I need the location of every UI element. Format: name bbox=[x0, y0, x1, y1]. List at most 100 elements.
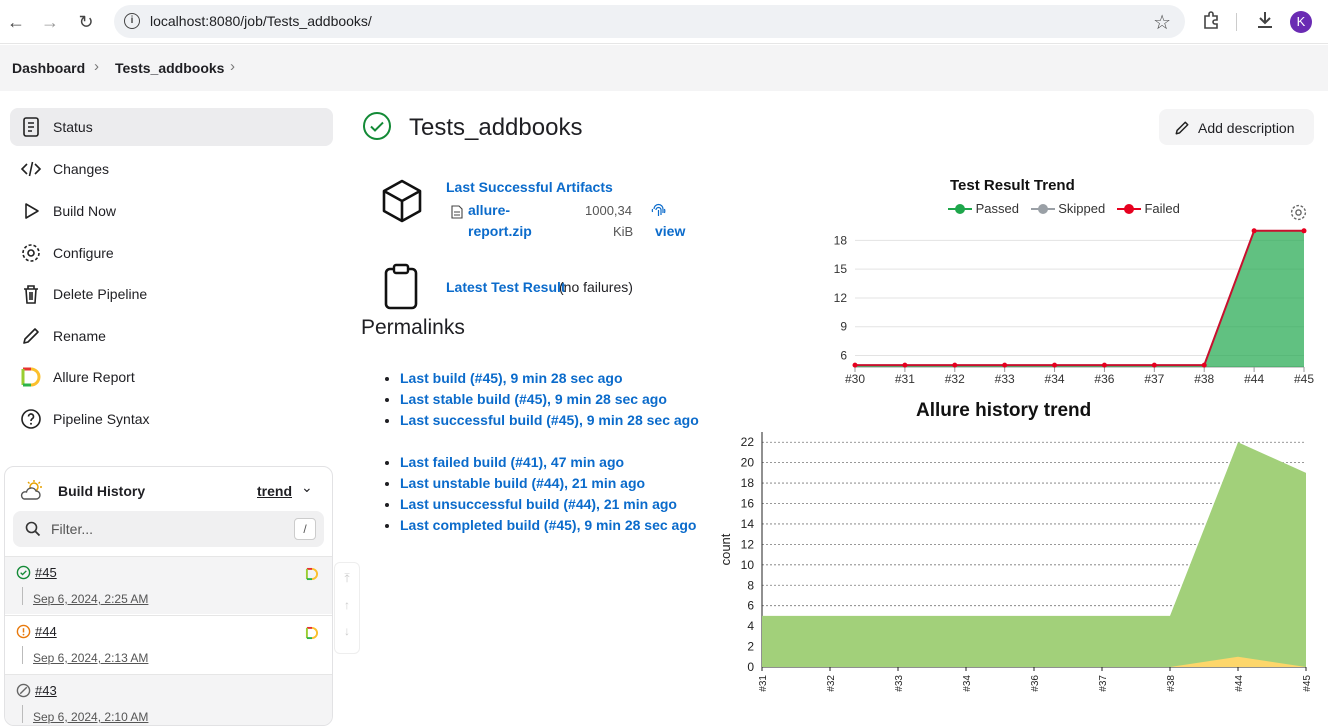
x-tick-label: #30 bbox=[845, 372, 865, 386]
sidebar-item-allure-report[interactable]: Allure Report bbox=[10, 358, 333, 396]
list-item: Last build (#45), 9 min 28 sec ago bbox=[400, 370, 699, 391]
y-tick-label: 6 bbox=[840, 348, 847, 362]
y-tick-label: 10 bbox=[741, 558, 755, 572]
x-tick-label: #36 bbox=[1030, 675, 1041, 692]
chevron-down-icon[interactable]: ⌄ bbox=[301, 479, 313, 496]
y-tick-label: 4 bbox=[747, 619, 754, 633]
sidebar-item-delete-pipeline[interactable]: Delete Pipeline bbox=[10, 275, 333, 313]
status-icon bbox=[23, 117, 39, 137]
build-date[interactable]: Sep 6, 2024, 2:25 AM bbox=[33, 592, 148, 606]
sidebar-item-status[interactable]: Status bbox=[10, 108, 333, 146]
gear-icon bbox=[22, 244, 40, 262]
sidebar-item-configure[interactable]: Configure bbox=[10, 234, 333, 272]
y-tick-label: 15 bbox=[834, 262, 848, 276]
extensions-icon[interactable] bbox=[1202, 10, 1222, 35]
sidebar-item-pipeline-syntax[interactable]: Pipeline Syntax bbox=[10, 400, 333, 438]
scroll-down-icon[interactable]: ↓ bbox=[335, 624, 359, 638]
bookmark-star-icon[interactable]: ☆ bbox=[1153, 10, 1171, 35]
forward-icon[interactable]: → bbox=[38, 10, 62, 34]
add-description-label: Add description bbox=[1198, 120, 1295, 136]
artifact-file-link[interactable]: allure- bbox=[468, 202, 510, 218]
downloads-icon[interactable] bbox=[1256, 10, 1274, 35]
data-point bbox=[1251, 228, 1257, 234]
legend-skipped[interactable]: Skipped bbox=[1030, 201, 1105, 216]
permalink-last-build[interactable]: Last build (#45), 9 min 28 sec ago bbox=[400, 370, 623, 386]
browser-toolbar: ← → ↻ i localhost:8080/job/Tests_addbook… bbox=[0, 0, 1328, 44]
allure-icon[interactable] bbox=[305, 626, 319, 640]
y-tick-label: 8 bbox=[747, 578, 754, 592]
build-row[interactable]: #43 Sep 6, 2024, 2:10 AM bbox=[5, 674, 332, 725]
address-bar[interactable]: i localhost:8080/job/Tests_addbooks/ ☆ bbox=[114, 5, 1185, 38]
sidebar-item-label: Pipeline Syntax bbox=[53, 411, 150, 427]
site-info-icon[interactable]: i bbox=[124, 13, 140, 29]
y-tick-label: 0 bbox=[747, 660, 754, 674]
breadcrumb-dashboard[interactable]: Dashboard bbox=[12, 60, 85, 76]
build-date[interactable]: Sep 6, 2024, 2:13 AM bbox=[33, 651, 148, 665]
x-tick-label: #38 bbox=[1166, 675, 1177, 692]
add-description-button[interactable]: Add description bbox=[1159, 109, 1314, 145]
trend-legend: Passed Skipped Failed bbox=[948, 201, 1180, 216]
build-date[interactable]: Sep 6, 2024, 2:10 AM bbox=[33, 710, 148, 724]
artifact-file-link-cont[interactable]: report.zip bbox=[468, 223, 532, 239]
success-icon bbox=[16, 565, 31, 580]
permalink-last-unsuccessful[interactable]: Last unsuccessful build (#44), 21 min ag… bbox=[400, 496, 677, 512]
fingerprint-icon[interactable] bbox=[651, 203, 666, 219]
list-item: Last failed build (#41), 47 min ago bbox=[400, 454, 696, 475]
allure-icon[interactable] bbox=[305, 567, 319, 581]
scroll-top-icon[interactable]: ⤒ bbox=[335, 571, 359, 586]
help-icon bbox=[21, 409, 41, 429]
x-tick-label: #37 bbox=[1098, 675, 1109, 692]
y-axis-label: count bbox=[718, 533, 733, 565]
build-number[interactable]: #45 bbox=[35, 565, 57, 580]
build-history-panel: Build History trend ⌄ Filter... / #45 Se… bbox=[4, 466, 333, 726]
unstable-icon bbox=[16, 624, 31, 639]
sidebar-item-changes[interactable]: Changes bbox=[10, 150, 333, 188]
artifact-view-link[interactable]: view bbox=[655, 223, 685, 239]
history-scroll-controls: ⤒ ↑ ↓ bbox=[334, 562, 360, 654]
package-icon bbox=[382, 179, 422, 223]
permalink-last-stable[interactable]: Last stable build (#45), 9 min 28 sec ag… bbox=[400, 391, 667, 407]
last-successful-artifacts-link[interactable]: Last Successful Artifacts bbox=[446, 179, 613, 195]
permalink-last-failed[interactable]: Last failed build (#41), 47 min ago bbox=[400, 454, 624, 470]
sidebar-item-label: Status bbox=[53, 119, 93, 135]
sidebar-item-rename[interactable]: Rename bbox=[10, 317, 333, 355]
chevron-right-icon[interactable]: › bbox=[230, 58, 235, 75]
sidebar-item-label: Build Now bbox=[53, 203, 117, 219]
permalink-last-completed[interactable]: Last completed build (#45), 9 min 28 sec… bbox=[400, 517, 696, 533]
data-point bbox=[902, 362, 908, 368]
latest-test-result-link[interactable]: Latest Test Result bbox=[446, 279, 566, 295]
x-tick-label: #34 bbox=[962, 675, 973, 692]
build-row[interactable]: #44 Sep 6, 2024, 2:13 AM bbox=[5, 615, 332, 673]
list-item: Last stable build (#45), 9 min 28 sec ag… bbox=[400, 391, 699, 412]
x-tick-label: #33 bbox=[894, 675, 905, 692]
page-title: Tests_addbooks bbox=[409, 114, 583, 141]
test-result-note: (no failures) bbox=[559, 279, 633, 295]
legend-failed[interactable]: Failed bbox=[1116, 201, 1180, 216]
list-item: Last unstable build (#44), 21 min ago bbox=[400, 475, 696, 496]
permalinks-list: Last build (#45), 9 min 28 sec ago Last … bbox=[386, 370, 699, 433]
profile-avatar[interactable]: K bbox=[1290, 11, 1312, 33]
permalink-last-successful[interactable]: Last successful build (#45), 9 min 28 se… bbox=[400, 412, 699, 428]
permalink-last-unstable[interactable]: Last unstable build (#44), 21 min ago bbox=[400, 475, 645, 491]
sidebar-item-build-now[interactable]: Build Now bbox=[10, 192, 333, 230]
reload-icon[interactable]: ↻ bbox=[74, 10, 98, 34]
sidebar-item-label: Delete Pipeline bbox=[53, 286, 148, 302]
build-row[interactable]: #45 Sep 6, 2024, 2:25 AM bbox=[5, 556, 332, 614]
back-icon[interactable]: ← bbox=[4, 10, 28, 34]
data-point bbox=[1301, 228, 1307, 234]
sidebar-item-label: Rename bbox=[53, 328, 106, 344]
y-tick-label: 14 bbox=[741, 517, 755, 531]
build-number[interactable]: #43 bbox=[35, 683, 57, 698]
x-tick-label: #38 bbox=[1194, 372, 1214, 386]
build-number[interactable]: #44 bbox=[35, 624, 57, 639]
legend-passed[interactable]: Passed bbox=[948, 201, 1019, 216]
scroll-up-icon[interactable]: ↑ bbox=[335, 598, 359, 612]
success-status-icon bbox=[363, 112, 391, 140]
data-point bbox=[1151, 362, 1157, 368]
legend-label: Passed bbox=[975, 201, 1019, 216]
code-icon bbox=[20, 161, 42, 177]
build-filter-input[interactable]: Filter... / bbox=[13, 511, 324, 547]
trend-link[interactable]: trend bbox=[257, 483, 292, 499]
timeline-line bbox=[22, 646, 23, 664]
breadcrumb-job[interactable]: Tests_addbooks bbox=[115, 60, 224, 76]
